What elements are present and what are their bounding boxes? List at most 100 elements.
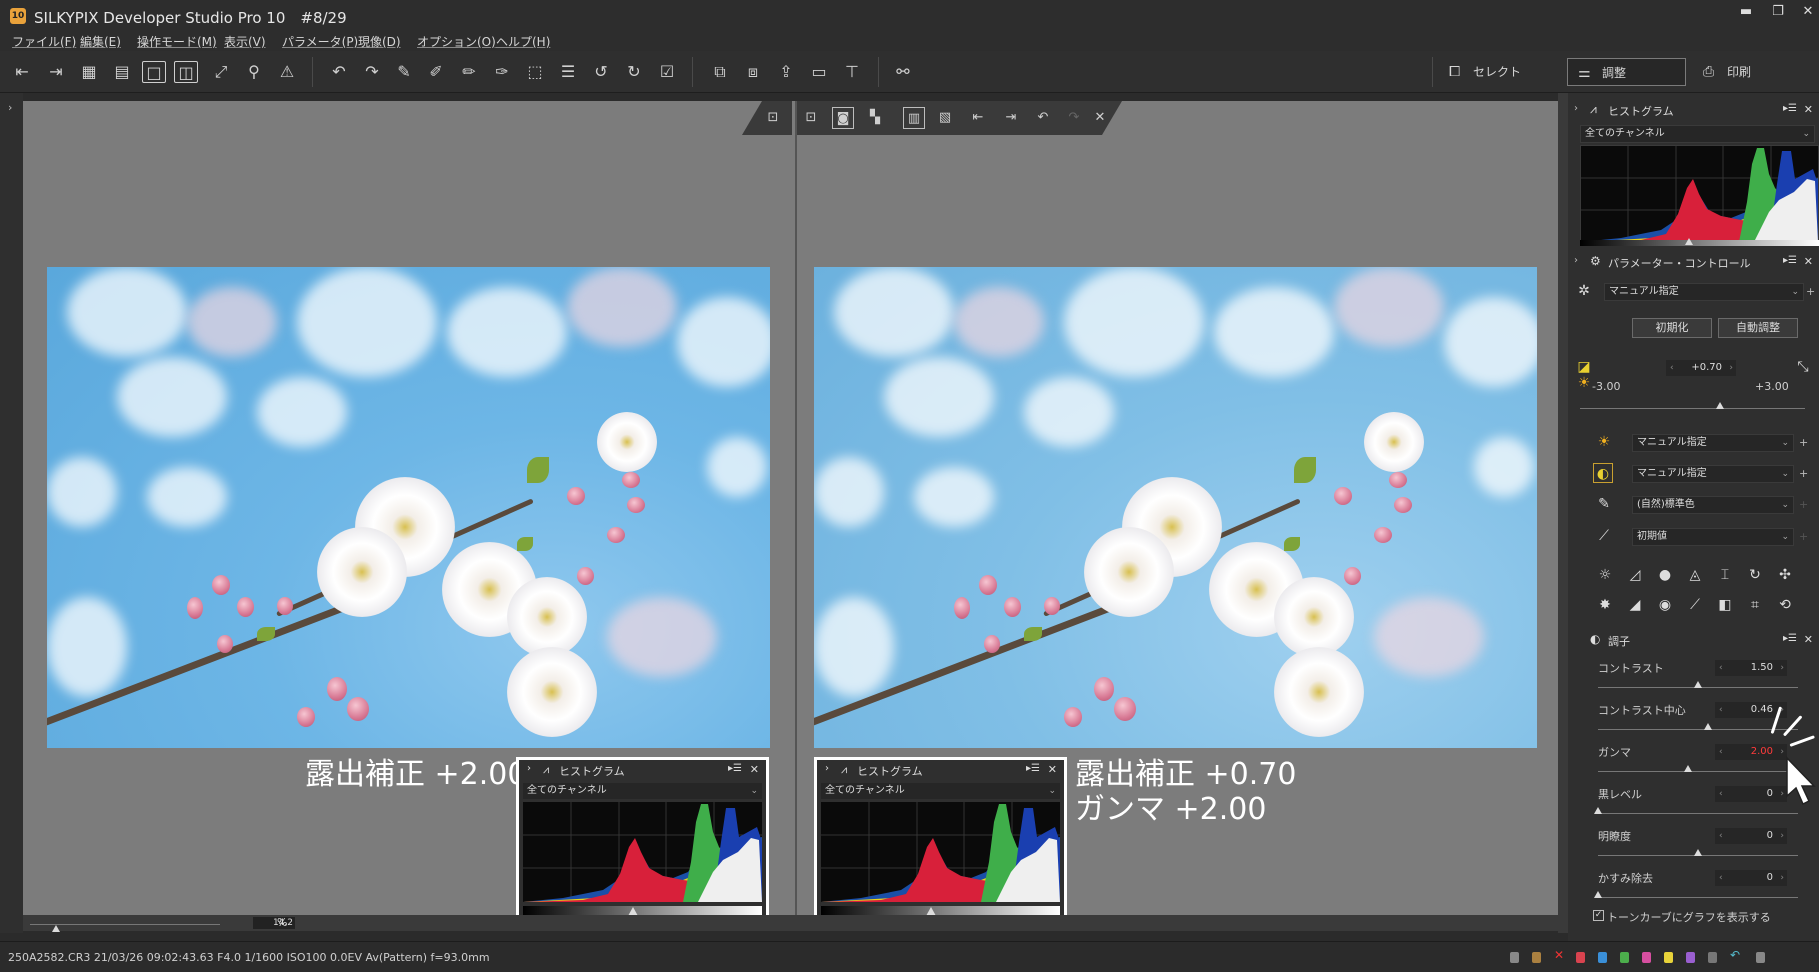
develop-icon[interactable]: ⧉ (708, 61, 732, 83)
auto-adjust-button[interactable]: 自動調整 (1718, 318, 1798, 338)
sphere-tool-icon[interactable]: ● (1655, 565, 1675, 585)
tone-row-slider-knob[interactable] (1594, 807, 1602, 814)
sidebar-histogram-marker[interactable] (1685, 238, 1693, 245)
fit-right-icon[interactable]: ⊡ (800, 107, 822, 129)
menu-develop[interactable]: 現像(D) (358, 33, 401, 50)
redo-icon[interactable]: ↷ (360, 61, 384, 83)
search-icon[interactable]: ⚯ (891, 61, 915, 83)
tag-icon[interactable] (1510, 952, 1519, 963)
tone-row-slider-track[interactable] (1598, 813, 1798, 814)
crop-tool-icon[interactable]: ⌗ (1745, 595, 1765, 615)
panel-menu-icon[interactable]: ▸☰ (1783, 103, 1797, 114)
reset-tool-icon[interactable]: ⟲ (1775, 595, 1795, 615)
tone-row-value[interactable]: ‹ 1.50 › (1715, 660, 1787, 676)
view-undo-icon[interactable]: ↶ (1032, 107, 1054, 129)
tone-row-slider-knob[interactable] (1694, 681, 1702, 688)
label-green-icon[interactable] (1620, 952, 1629, 963)
slideshow-icon[interactable]: ▭ (807, 61, 831, 83)
label-yellow-icon[interactable] (1664, 952, 1673, 963)
maximize-icon[interactable]: ❐ (1765, 4, 1791, 19)
thumbnail-view-icon[interactable]: ▦ (77, 61, 101, 83)
pick-icon[interactable]: ✎ (392, 61, 416, 83)
shadow-tool-icon[interactable]: ◢ (1625, 595, 1645, 615)
mode-print-button[interactable]: ⎙ 印刷 (1693, 58, 1803, 86)
exposure-slider-track[interactable] (1580, 408, 1805, 409)
batch-develop-icon[interactable]: ⧈ (741, 61, 765, 83)
menu-edit[interactable]: 編集(E) (80, 33, 121, 50)
effect-tool-icon[interactable]: ✣ (1775, 565, 1795, 585)
tone-select[interactable]: マニュアル指定 ⌄ (1632, 465, 1794, 483)
brush-icon[interactable]: ✏ (457, 61, 481, 83)
show-curve-checkbox[interactable]: ✓ (1593, 910, 1604, 921)
view-prev-icon[interactable]: ⇤ (967, 107, 989, 129)
exposure-auto-icon[interactable]: ⤡ (1793, 357, 1813, 377)
transform-icon[interactable]: ⬚ (523, 61, 547, 83)
tone-row-slider-track[interactable] (1598, 729, 1798, 730)
exposure-value[interactable]: ‹ +0.70 › (1666, 360, 1736, 376)
focus-icon[interactable]: ◙ (832, 107, 854, 129)
paste-param-icon[interactable]: ✐ (424, 61, 448, 83)
menu-parameter[interactable]: パラメータ(P) (282, 33, 358, 50)
left-panel-toggle[interactable]: › (0, 93, 23, 933)
menu-operation-mode[interactable]: 操作モード(M) (137, 33, 217, 50)
add-tone-icon[interactable]: + (1799, 467, 1808, 480)
undo-icon[interactable]: ↶ (327, 61, 351, 83)
panel-menu-icon[interactable]: ▸☰ (1783, 633, 1797, 644)
mode-adjust-button[interactable]: ⚌ 調整 (1567, 58, 1686, 86)
tone-row-value[interactable]: ‹ 0 › (1715, 786, 1787, 802)
tone-row-slider-knob[interactable] (1704, 723, 1712, 730)
add-sharpness-icon[interactable]: + (1799, 530, 1808, 543)
rotate-right-icon[interactable]: ↻ (622, 61, 646, 83)
next-image-icon[interactable]: ⇥ (44, 61, 68, 83)
eraser-icon[interactable]: ✑ (490, 61, 514, 83)
menu-file[interactable]: ファイル(F) (12, 33, 76, 50)
lock-icon[interactable] (1756, 952, 1765, 963)
filmstrip-view-icon[interactable]: ▤ (110, 61, 134, 83)
folder-tag-icon[interactable] (1532, 952, 1541, 963)
compare-layout-icon[interactable]: ▥ (903, 107, 925, 129)
single-view-icon[interactable]: □ (142, 61, 166, 83)
undo-tag-icon[interactable]: ↶ (1730, 948, 1740, 962)
compare-view-icon[interactable]: ◫ (174, 61, 198, 83)
label-purple-icon[interactable] (1686, 952, 1695, 963)
brush-tool-icon[interactable]: ⟋ (1685, 595, 1705, 615)
param-preset-select[interactable]: マニュアル指定 ⌄ (1604, 283, 1804, 301)
add-color-icon[interactable]: + (1799, 498, 1808, 511)
panel-close-icon[interactable]: ✕ (1804, 633, 1813, 646)
histogram-panel-header[interactable]: › ⩘ ヒストグラム ▸☰ ✕ (1568, 99, 1819, 121)
tone-row-slider-track[interactable] (1598, 897, 1798, 898)
eraser-tool-icon[interactable]: ◧ (1715, 595, 1735, 615)
fish-tool-icon[interactable]: ◉ (1655, 595, 1675, 615)
vertical-scrollbar[interactable] (1558, 93, 1568, 933)
label-pink-icon[interactable] (1642, 952, 1651, 963)
minimize-icon[interactable]: ▬ (1733, 4, 1759, 19)
label-red-icon[interactable] (1576, 952, 1585, 963)
sync-icon[interactable]: ▧ (934, 107, 956, 129)
tone-panel-header[interactable]: ◐ 調子 ▸☰ ✕ (1568, 629, 1819, 651)
export-icon[interactable]: ⇪ (774, 61, 798, 83)
fit-icon[interactable]: ⊡ (762, 107, 784, 129)
zoom-icon[interactable]: ⚲ (242, 61, 266, 83)
tone-row-slider-knob[interactable] (1594, 891, 1602, 898)
panel-menu-icon[interactable]: ▸☰ (1783, 255, 1797, 266)
panel-close-icon[interactable]: ✕ (1804, 255, 1813, 268)
highlight-tool-icon[interactable]: ✸ (1595, 595, 1615, 615)
brightness-tool-icon[interactable]: ☼ (1595, 565, 1615, 585)
curve-tool-icon[interactable]: ◿ (1625, 565, 1645, 585)
view-redo-icon[interactable]: ↷ (1063, 107, 1085, 129)
tone-row-slider-knob[interactable] (1694, 849, 1702, 856)
tone-row-value[interactable]: ‹ 0 › (1715, 828, 1787, 844)
prev-image-icon[interactable]: ⇤ (10, 61, 34, 83)
mode-select-button[interactable]: ⧠ セレクト (1439, 58, 1554, 86)
param-control-header[interactable]: › ⚙ パラメーター・コントロール ▸☰ ✕ (1568, 251, 1819, 273)
reset-button[interactable]: 初期化 (1632, 318, 1712, 338)
menu-help[interactable]: ヘルプ(H) (496, 33, 550, 50)
lens-tool-icon[interactable]: ⌶ (1715, 565, 1735, 585)
white-balance-select[interactable]: マニュアル指定 ⌄ (1632, 434, 1794, 452)
tone-row-value[interactable]: ‹ 2.00 › (1715, 744, 1787, 760)
exposure-slider-knob[interactable] (1715, 402, 1724, 409)
warning-icon[interactable]: ⚠ (275, 61, 299, 83)
zoom-slider-knob[interactable] (52, 925, 60, 932)
rotate-left-icon[interactable]: ↺ (589, 61, 613, 83)
tone-row-slider-track[interactable] (1598, 771, 1798, 772)
